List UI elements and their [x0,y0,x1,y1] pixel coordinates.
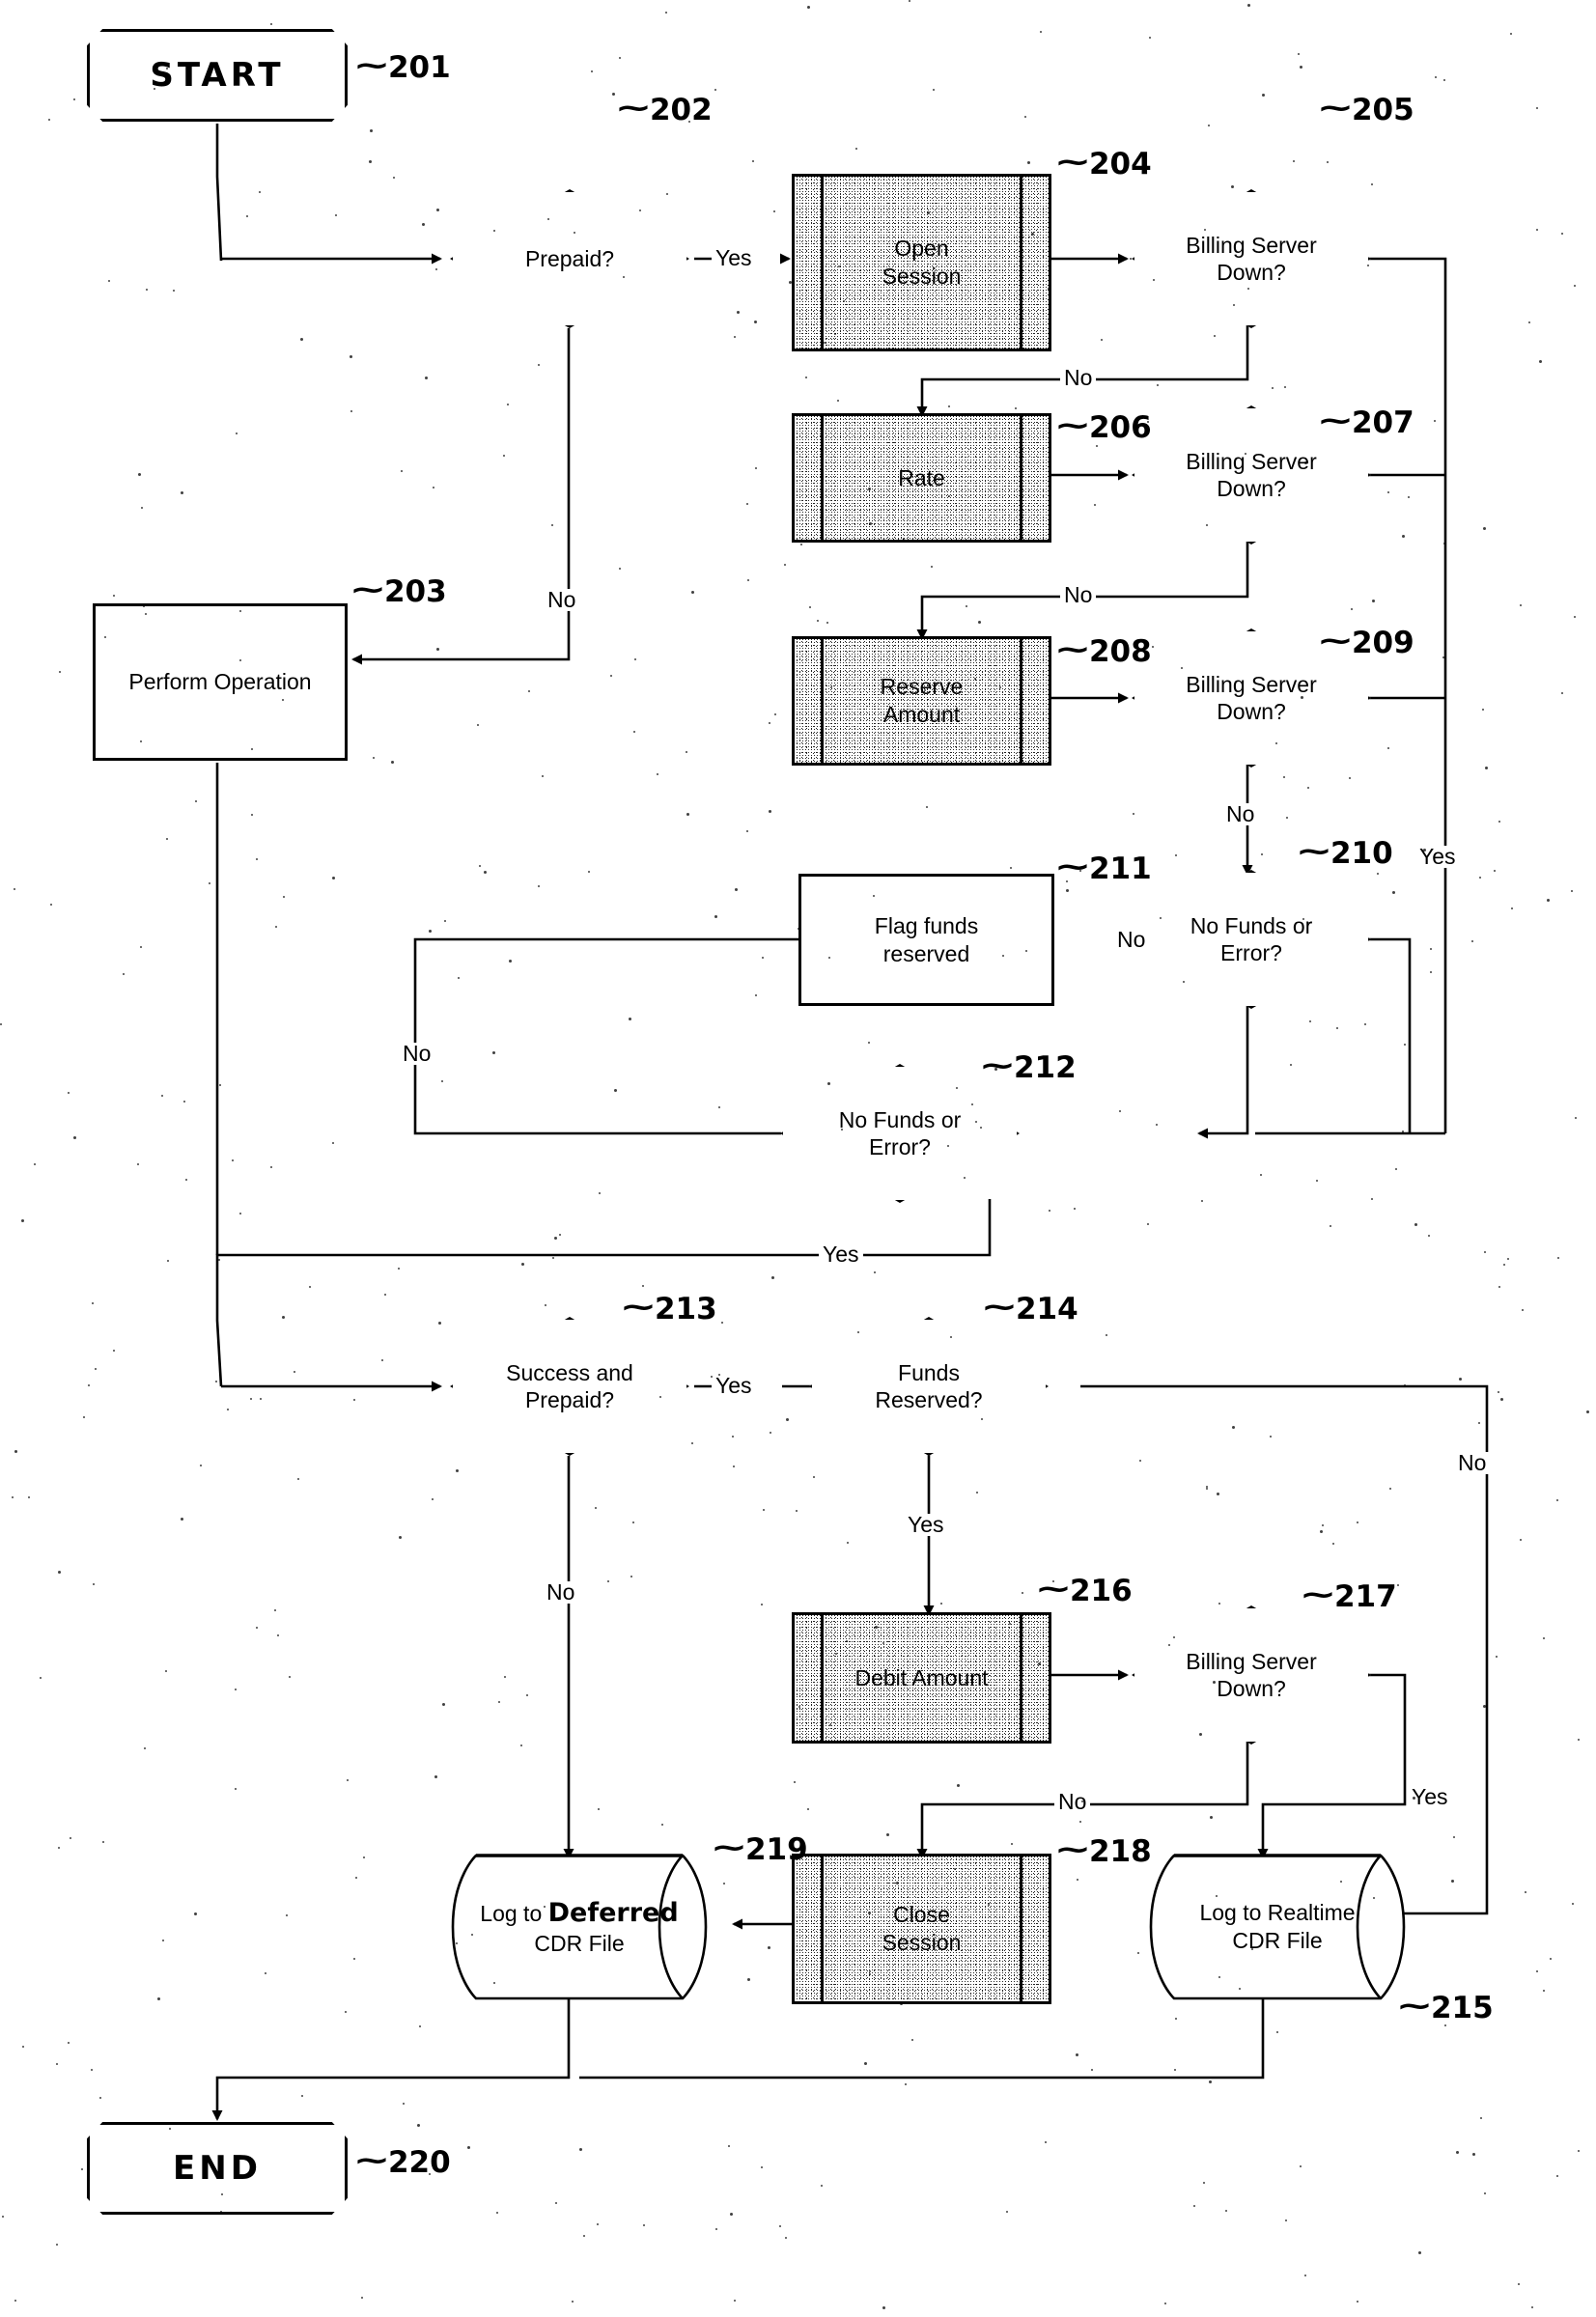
node-close-session: Close Session [792,1854,1051,2004]
close-label-line1: Close [893,1902,950,1928]
node-funds-reserved: Funds Reserved? [809,1317,1049,1456]
bsd1-label-line2: Down? [1217,260,1286,285]
node-billing-server-down-2: Billing Server Down? [1132,405,1371,544]
edge-label-bsd4-no: No [1054,1791,1091,1813]
ref-205: ~205 [1316,91,1414,127]
open-session-label-line1: Open [894,236,949,262]
nfe1-label-line1: No Funds or [1190,912,1313,938]
edge-label-success-yes: Yes [712,1375,756,1397]
deferred-label-post: CDR File [534,1930,625,1956]
node-open-session: Open Session [792,174,1051,351]
node-prepaid: Prepaid? [450,189,689,328]
ref-202: ~202 [614,91,713,127]
node-billing-server-down-4: Billing Server Down? [1132,1605,1371,1745]
deferred-label-pre: Log to [480,1900,548,1926]
edge-label-success-no: No [543,1581,579,1604]
node-billing-server-down-1: Billing Server Down? [1132,189,1371,328]
nfe1-label-line2: Error? [1220,940,1282,965]
edge-label-bsd3-no: No [1222,803,1259,825]
bsd2-label-line2: Down? [1217,476,1286,501]
node-debit-amount: Debit Amount [792,1612,1051,1744]
node-billing-server-down-3: Billing Server Down? [1132,628,1371,768]
edge-label-prepaid-yes: Yes [712,247,756,269]
funds-label-line2: Reserved? [875,1387,983,1412]
bsd3-label-line1: Billing Server [1186,671,1317,697]
funds-label-line1: Funds [898,1359,960,1385]
ref-203: ~203 [349,572,447,609]
node-no-funds-or-error-2: No Funds or Error? [780,1064,1020,1203]
ref-204: ~204 [1053,145,1152,181]
node-flag-funds-reserved: Flag funds reserved [798,874,1054,1006]
prepaid-label: Prepaid? [524,245,615,271]
success-label-line1: Success and [506,1359,633,1385]
edge-label-funds-no: No [1454,1452,1491,1474]
nfe2-label-line1: No Funds or [838,1106,962,1132]
bsd4-label-line1: Billing Server [1186,1648,1317,1674]
node-perform-operation: Perform Operation [93,603,348,761]
edge-label-bsd2-no: No [1060,584,1097,606]
bsd3-label-line2: Down? [1217,699,1286,724]
node-success-and-prepaid: Success and Prepaid? [450,1317,689,1456]
flowchart-canvas: START ~201 Prepaid? ~202 Yes No Open Ses… [0,0,1596,2317]
rate-label: Rate [898,464,945,490]
node-end: END [87,2122,348,2215]
reserve-label-line2: Amount [882,702,961,727]
edge-label-nfe1-yes: Yes [1415,846,1460,868]
ref-220: ~220 [352,2143,451,2180]
bsd2-label-line1: Billing Server [1186,448,1317,474]
ref-201: ~201 [352,48,451,85]
reserve-label-line1: Reserve [880,674,964,700]
debit-amount-label: Debit Amount [854,1664,989,1690]
perform-operation-label: Perform Operation [128,669,312,695]
bsd4-label-line2: Down? [1217,1676,1286,1701]
close-label-line2: Session [882,1930,962,1955]
edge-label-nfe2-yes: Yes [819,1243,863,1266]
flag-label-line1: Flag funds [874,912,979,938]
realtime-label-line1: Log to Realtime [1199,1900,1356,1926]
edge-label-prepaid-no: No [544,589,580,611]
ref-216: ~216 [1034,1572,1133,1608]
node-reserve-amount: Reserve Amount [792,636,1051,766]
nfe2-label-line2: Error? [869,1134,931,1159]
edge-label-funds-yes: Yes [904,1514,948,1536]
node-log-realtime-cdr: Log to Realtime CDR File [1137,1854,1417,2000]
deferred-label-handwritten: Deferred [547,1897,679,1928]
ref-210: ~210 [1295,834,1393,871]
end-label: END [173,2149,262,2188]
node-log-deferred-cdr: Log to Deferred CDR File [439,1854,719,2000]
bsd1-label-line1: Billing Server [1186,232,1317,258]
success-label-line2: Prepaid? [524,1387,615,1412]
node-rate: Rate [792,413,1051,543]
node-no-funds-or-error-1: No Funds or Error? [1132,870,1371,1009]
flag-label-line2: reserved [882,940,970,966]
edge-label-bsd1-no: No [1060,367,1097,389]
node-start: START [87,29,348,122]
edge-label-feedback-no: No [399,1043,435,1065]
realtime-label-line2: CDR File [1232,1928,1323,1953]
open-session-label-line2: Session [882,264,962,289]
start-label: START [150,56,285,95]
